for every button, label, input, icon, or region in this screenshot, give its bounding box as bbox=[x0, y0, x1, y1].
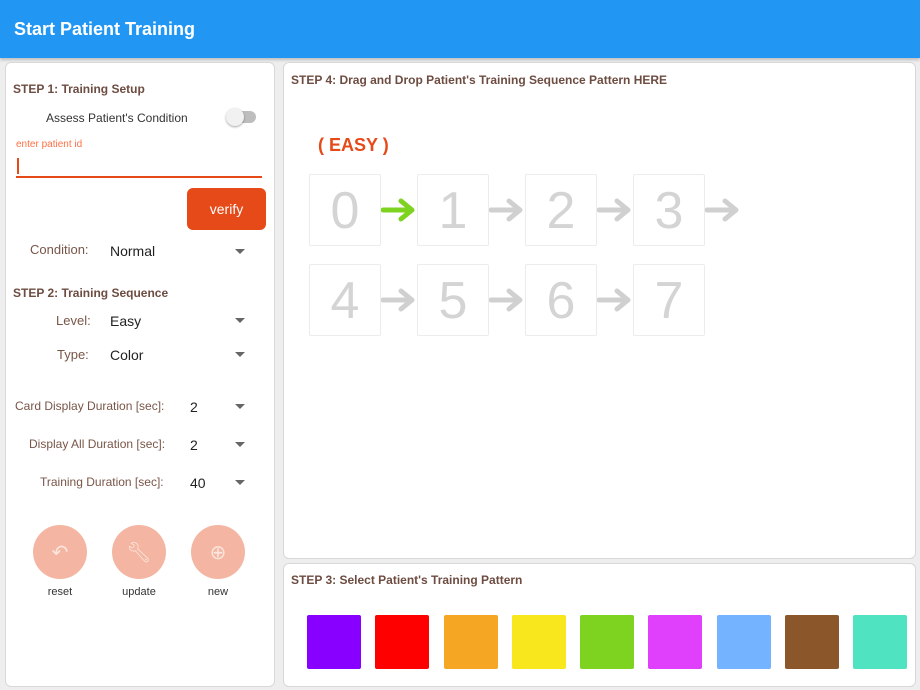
sequence-card-slot[interactable]: 3 bbox=[633, 174, 705, 246]
step2-title: STEP 2: Training Sequence bbox=[13, 286, 169, 300]
chevron-down-icon bbox=[235, 480, 245, 485]
reset-label: reset bbox=[47, 586, 73, 598]
sequence-card-slot[interactable]: 7 bbox=[633, 264, 705, 336]
chevron-down-icon bbox=[235, 249, 245, 254]
arrow-right-icon bbox=[597, 198, 631, 222]
level-value: Easy bbox=[110, 313, 142, 329]
text-cursor bbox=[17, 158, 19, 174]
arrow-right-icon bbox=[381, 198, 415, 222]
arrow-right-icon bbox=[381, 288, 415, 312]
level-label: Level: bbox=[56, 313, 91, 328]
level-badge: ( EASY ) bbox=[318, 135, 389, 155]
sequence-card-slot[interactable]: 2 bbox=[525, 174, 597, 246]
app-header: Start Patient Training bbox=[0, 0, 920, 58]
condition-value: Normal bbox=[110, 243, 156, 259]
color-swatch[interactable] bbox=[716, 615, 771, 669]
toggle-knob bbox=[226, 108, 244, 126]
arrow-right-icon bbox=[489, 288, 523, 312]
new-label: new bbox=[207, 586, 229, 598]
display-all-label: Display All Duration [sec]: bbox=[29, 437, 166, 451]
color-swatch[interactable] bbox=[375, 615, 430, 669]
assess-label: Assess Patient's Condition bbox=[46, 111, 188, 125]
chevron-down-icon bbox=[235, 318, 245, 323]
verify-button[interactable]: verify bbox=[187, 188, 266, 230]
step4-title: STEP 4: Drag and Drop Patient's Training… bbox=[291, 73, 668, 87]
page-title: Start Patient Training bbox=[14, 19, 196, 39]
sequence-card-slot[interactable]: 5 bbox=[417, 264, 489, 336]
patient-id-placeholder: enter patient id bbox=[16, 139, 83, 150]
chevron-down-icon bbox=[235, 404, 245, 409]
training-duration-value: 40 bbox=[190, 475, 206, 491]
chevron-down-icon bbox=[235, 352, 245, 357]
color-swatch[interactable] bbox=[648, 615, 703, 669]
undo-icon: ↶ bbox=[51, 541, 69, 564]
step3-title: STEP 3: Select Patient's Training Patter… bbox=[291, 573, 523, 587]
color-swatch[interactable] bbox=[511, 615, 566, 669]
color-swatch[interactable] bbox=[784, 615, 839, 669]
sequence-card-slot[interactable]: 4 bbox=[309, 264, 381, 336]
condition-label: Condition: bbox=[30, 242, 89, 257]
type-value: Color bbox=[110, 347, 144, 363]
color-swatch[interactable] bbox=[853, 615, 907, 669]
card-display-label: Card Display Duration [sec]: bbox=[15, 399, 165, 413]
update-button[interactable]: 🔧︎ bbox=[112, 525, 166, 579]
assess-toggle[interactable] bbox=[226, 108, 256, 126]
chevron-down-icon bbox=[235, 442, 245, 447]
display-all-value: 2 bbox=[190, 437, 198, 453]
color-swatch[interactable] bbox=[443, 615, 498, 669]
update-label: update bbox=[122, 586, 156, 598]
new-button[interactable]: ⊕ bbox=[191, 525, 245, 579]
sequence-card-slot[interactable]: 6 bbox=[525, 264, 597, 336]
color-swatch[interactable] bbox=[580, 615, 634, 669]
sequence-card-slot[interactable]: 1 bbox=[417, 174, 489, 246]
arrow-right-icon bbox=[597, 288, 631, 312]
type-label: Type: bbox=[57, 347, 89, 362]
reset-button[interactable]: ↶ bbox=[33, 525, 87, 579]
wrench-icon: 🔧︎ bbox=[126, 541, 152, 564]
training-duration-label: Training Duration [sec]: bbox=[40, 475, 164, 489]
color-swatch[interactable] bbox=[307, 615, 361, 669]
patient-id-input[interactable] bbox=[16, 154, 262, 178]
arrow-right-icon bbox=[705, 198, 739, 222]
step1-title: STEP 1: Training Setup bbox=[13, 82, 145, 96]
add-circle-icon: ⊕ bbox=[209, 541, 227, 564]
card-display-value: 2 bbox=[190, 399, 198, 415]
sequence-card-slot[interactable]: 0 bbox=[309, 174, 381, 246]
arrow-right-icon bbox=[489, 198, 523, 222]
